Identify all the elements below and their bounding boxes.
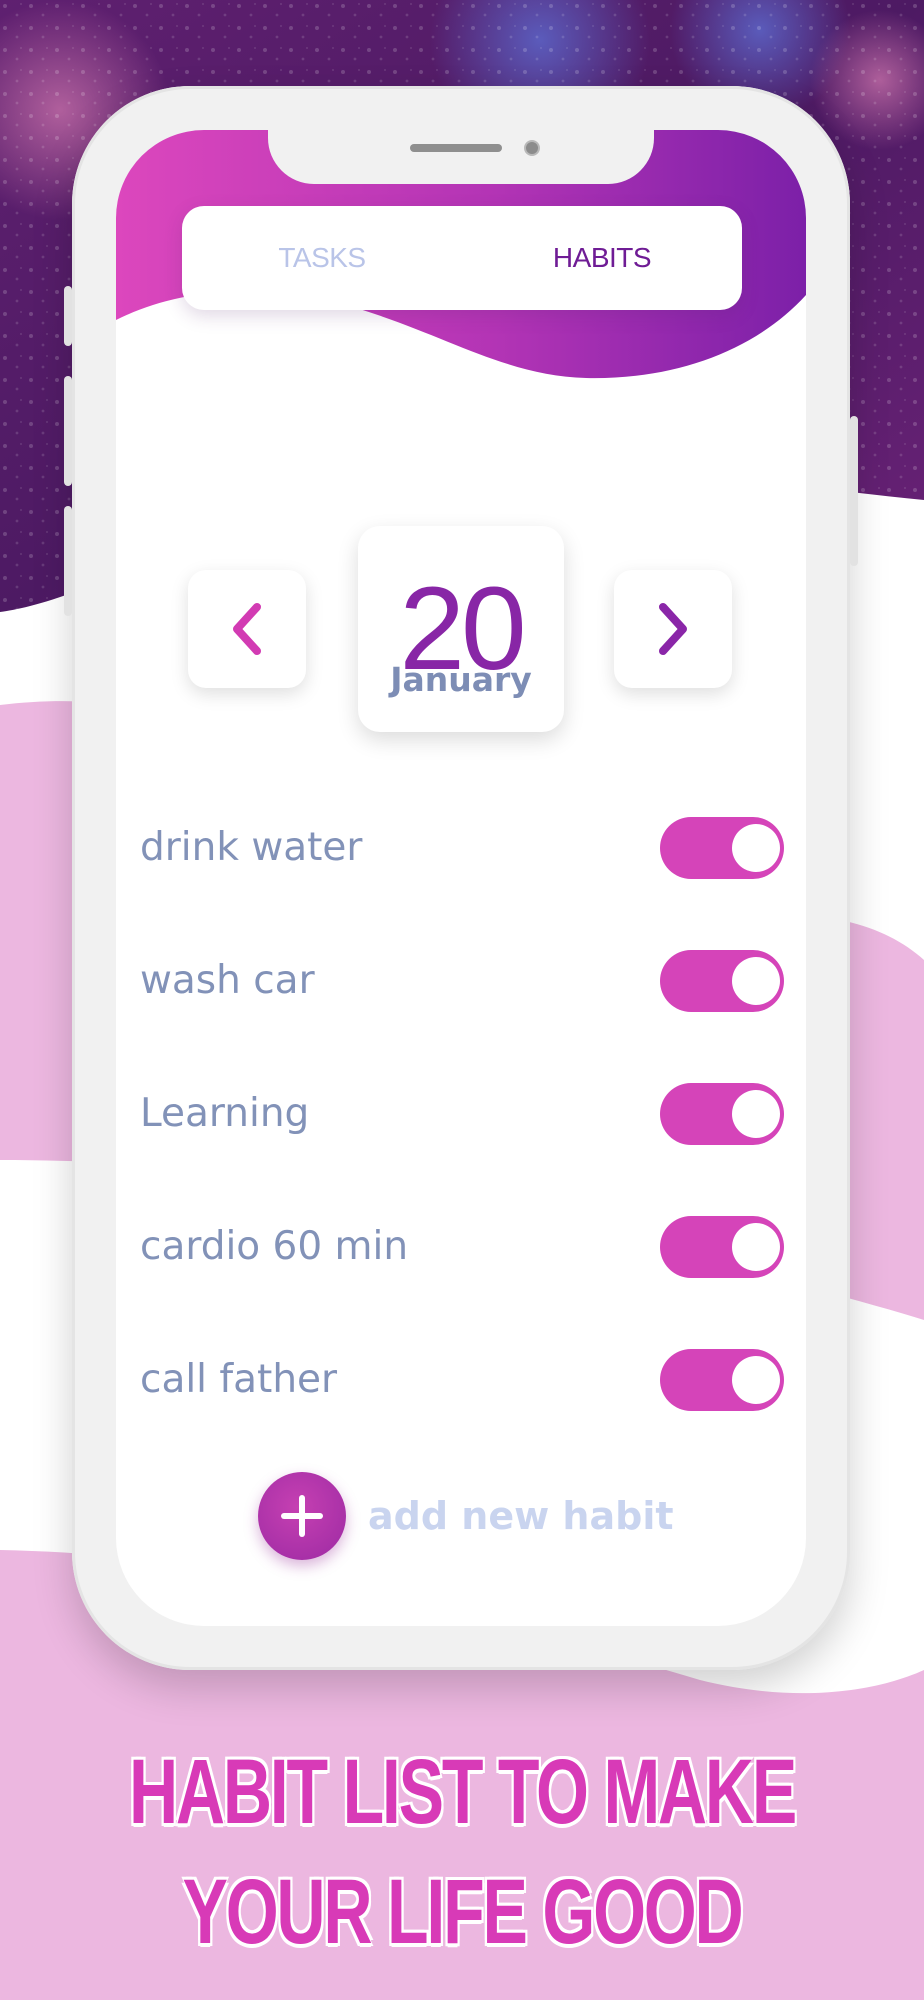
habit-name: drink water xyxy=(140,825,363,870)
promo-headline-line1: HABIT LIST TO MAKE xyxy=(128,1741,797,1843)
habit-name: wash car xyxy=(140,958,315,1003)
habit-toggle[interactable] xyxy=(660,817,784,879)
plus-icon xyxy=(281,1495,323,1537)
date-month: January xyxy=(390,660,532,699)
habit-row: call father xyxy=(116,1340,806,1420)
habit-row: Learning xyxy=(116,1074,806,1154)
app-screen: TASKS HABITS 20 January drink water wash… xyxy=(116,130,806,1626)
habit-name: cardio 60 min xyxy=(140,1224,409,1269)
add-habit-button[interactable] xyxy=(258,1472,346,1560)
tab-habits[interactable]: HABITS xyxy=(462,206,742,310)
front-camera xyxy=(524,140,540,156)
tab-tasks[interactable]: TASKS xyxy=(182,206,462,310)
habit-row: drink water xyxy=(116,808,806,888)
speaker-grille xyxy=(410,144,502,152)
phone-volume-down-button xyxy=(64,506,72,616)
toggle-knob xyxy=(732,1090,780,1138)
habit-toggle[interactable] xyxy=(660,1083,784,1145)
habit-toggle[interactable] xyxy=(660,1216,784,1278)
habit-toggle[interactable] xyxy=(660,950,784,1012)
toggle-knob xyxy=(732,1223,780,1271)
phone-volume-up-button xyxy=(64,376,72,486)
habit-name: call father xyxy=(140,1357,338,1402)
toggle-knob xyxy=(732,1356,780,1404)
habit-row: cardio 60 min xyxy=(116,1207,806,1287)
date-card: 20 xyxy=(358,526,564,732)
toggle-knob xyxy=(732,824,780,872)
habit-row: wash car xyxy=(116,941,806,1021)
habit-name: Learning xyxy=(140,1091,310,1136)
phone-power-button xyxy=(850,416,858,566)
toggle-knob xyxy=(732,957,780,1005)
add-habit-label[interactable]: add new habit xyxy=(368,1488,674,1544)
tab-bar: TASKS HABITS xyxy=(182,206,742,310)
chevron-left-icon xyxy=(233,603,261,655)
promo-headline-line2: YOUR LIFE GOOD xyxy=(182,1861,744,1963)
habit-toggle[interactable] xyxy=(660,1349,784,1411)
phone-frame: TASKS HABITS 20 January drink water wash… xyxy=(64,86,858,1670)
chevron-right-icon xyxy=(659,603,687,655)
phone-side-button xyxy=(64,286,72,346)
phone-notch xyxy=(268,130,654,184)
